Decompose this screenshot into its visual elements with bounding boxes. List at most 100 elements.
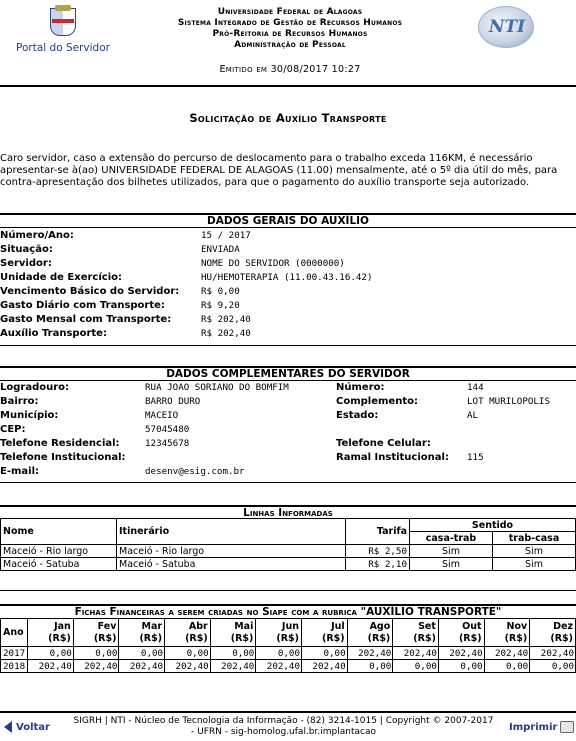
cell-value: 202,40 [27, 659, 74, 673]
field-value: 15 / 2017 [201, 230, 251, 241]
divider [0, 482, 576, 483]
field-value: 115 [467, 452, 484, 463]
portal-label[interactable]: Portal do Servidor [8, 42, 118, 54]
cell-nome: Maceió - Rio largo [0, 544, 117, 558]
table-row: Maceió - Satuba Maceió - Satuba R$ 2,10 Sim… [0, 557, 576, 571]
field-label: CEP: [0, 424, 26, 435]
field-label: Telefone Celular: [336, 438, 431, 449]
cell-value: 0,00 [255, 646, 302, 660]
emission-date: Emitido em 30/08/2017 10:27 [219, 64, 361, 75]
back-button[interactable]: Voltar [4, 721, 50, 733]
cell-trab-casa: Sim [492, 544, 576, 558]
field-label: Município: [0, 410, 59, 421]
field-value: 57045480 [145, 424, 190, 435]
cell-value: 0,00 [27, 646, 74, 660]
field-value: R$ 202,40 [201, 328, 251, 339]
field-label: Auxílio Transporte: [0, 328, 107, 339]
cell-casa-trab: Sim [409, 557, 493, 571]
cell-value: 202,40 [346, 646, 394, 660]
currency-label: (R$) [230, 632, 254, 644]
currency-label: (R$) [276, 632, 299, 644]
col-header-month: Abr (R$) [164, 618, 211, 647]
print-button[interactable]: Imprimir [509, 721, 575, 733]
cell-trab-casa: Sim [492, 557, 576, 571]
month-label: Nov [506, 620, 528, 632]
divider [0, 590, 576, 591]
cell-value: 0,00 [300, 646, 348, 660]
field-value: BARRO DURO [145, 396, 201, 407]
cell-value: 202,40 [72, 659, 120, 673]
currency-label: (R$) [413, 632, 436, 644]
print-label: Imprimir [509, 722, 558, 733]
cell-value: 202,40 [164, 659, 211, 673]
cell-casa-trab: Sim [409, 544, 493, 558]
month-label: Jan [54, 620, 71, 632]
cell-value: 202,40 [300, 659, 348, 673]
cell-ano: 2017 [0, 646, 29, 660]
col-header-month: Dez (R$) [529, 618, 576, 647]
month-label: Fev [97, 620, 117, 632]
ufal-crest-icon [50, 5, 76, 37]
section-title-fichas: Fichas Financeiras a serem criadas no Si… [0, 604, 576, 618]
page-footer: Voltar SIGRH | NTI - Núcleo de Tecnologi… [0, 711, 576, 741]
field-value: NOME DO SERVIDOR (0000000) [201, 258, 345, 269]
field-label: Unidade de Exercício: [0, 272, 122, 283]
col-header-month: Fev (R$) [72, 618, 120, 647]
page-title: Solicitação de Auxílio Transporte [189, 111, 387, 125]
institution-line: Pró-Reitoria de Recursos Humanos [212, 29, 368, 39]
currency-label: (R$) [185, 632, 208, 644]
divider [0, 345, 576, 346]
cell-tarifa: R$ 2,50 [345, 544, 410, 558]
cell-itinerario: Maceió - Rio largo [116, 544, 346, 558]
col-header-casa-trab: casa-trab [409, 531, 493, 545]
field-label: E-mail: [0, 466, 40, 477]
field-label: Servidor: [0, 258, 52, 269]
institution-line: Sistema Integrado de Gestão de Recursos … [177, 18, 403, 28]
field-label: Situação: [0, 244, 53, 255]
institution-line: Administração de Pessoal [234, 40, 346, 50]
field-label: Estado: [336, 410, 379, 421]
cell-value: 202,40 [255, 659, 302, 673]
col-header-ano: Ano [0, 618, 29, 647]
field-label: Complemento: [336, 396, 418, 407]
linhas-table: Nome Itinerário Tarifa Sentido casa-trab… [0, 518, 576, 571]
field-label: Logradouro: [0, 382, 70, 393]
table-row: 2017 0,00 0,00 0,00 0,00 0,00 0,00 0,00 202,40 20… [0, 646, 576, 660]
col-header-month: Nov (R$) [483, 618, 531, 647]
col-header-sentido: Sentido [409, 518, 576, 532]
table-row: 2018 202,40 202,40 202,40 202,40 202,40 202,40… [0, 659, 576, 673]
field-value: R$ 9,20 [201, 300, 240, 311]
document-header: Portal do Servidor Universidade Federal … [0, 0, 576, 87]
field-value: HU/HEMOTERAPIA (11.00.43.16.42) [201, 272, 373, 283]
cell-value: 0,00 [437, 659, 485, 673]
col-header-month: Jun (R$) [255, 618, 302, 647]
footer-text: SIGRH | NTI - Núcleo de Tecnologia da In… [56, 716, 511, 738]
field-label: Gasto Mensal com Transporte: [0, 314, 172, 325]
fichas-table: Ano Jan (R$) Fev (R$) Mar (R$) Abr (R$) Mai (R$) Ju… [0, 618, 576, 673]
col-header-trab-casa: trab-casa [492, 531, 576, 545]
section-title-dados-gerais: DADOS GERAIS DO AUXÍLIO [0, 213, 576, 228]
month-label: Dez [553, 620, 573, 632]
month-label: Mar [141, 620, 163, 632]
cell-ano: 2018 [0, 659, 29, 673]
cell-value: 0,00 [72, 646, 120, 660]
col-header-tarifa: Tarifa [345, 518, 410, 545]
intro-text: Caro servidor, caso a extensão do percur… [0, 153, 558, 188]
institution-block: Universidade Federal de Alagoas Sistema … [140, 7, 440, 51]
field-value: RUA JOAO SORIANO DO BOMFIM [145, 382, 289, 393]
printer-icon [560, 721, 575, 733]
col-header-month: Set (R$) [392, 618, 439, 647]
cell-value: 0,00 [483, 659, 531, 673]
cell-itinerario: Maceió - Satuba [116, 557, 346, 571]
nti-logo-icon: NTI [478, 6, 534, 48]
field-label: Número/Ano: [0, 230, 74, 241]
month-label: Ago [369, 620, 391, 632]
cell-value: 202,40 [529, 646, 576, 660]
cell-value: 202,40 [209, 659, 257, 673]
field-label: Gasto Diário com Transporte: [0, 300, 165, 311]
month-label: Set [418, 620, 436, 632]
currency-label: (R$) [504, 632, 528, 644]
col-header-month: Out (R$) [437, 618, 485, 647]
portal-logo[interactable]: Portal do Servidor [8, 5, 118, 54]
field-value: 144 [467, 382, 484, 393]
